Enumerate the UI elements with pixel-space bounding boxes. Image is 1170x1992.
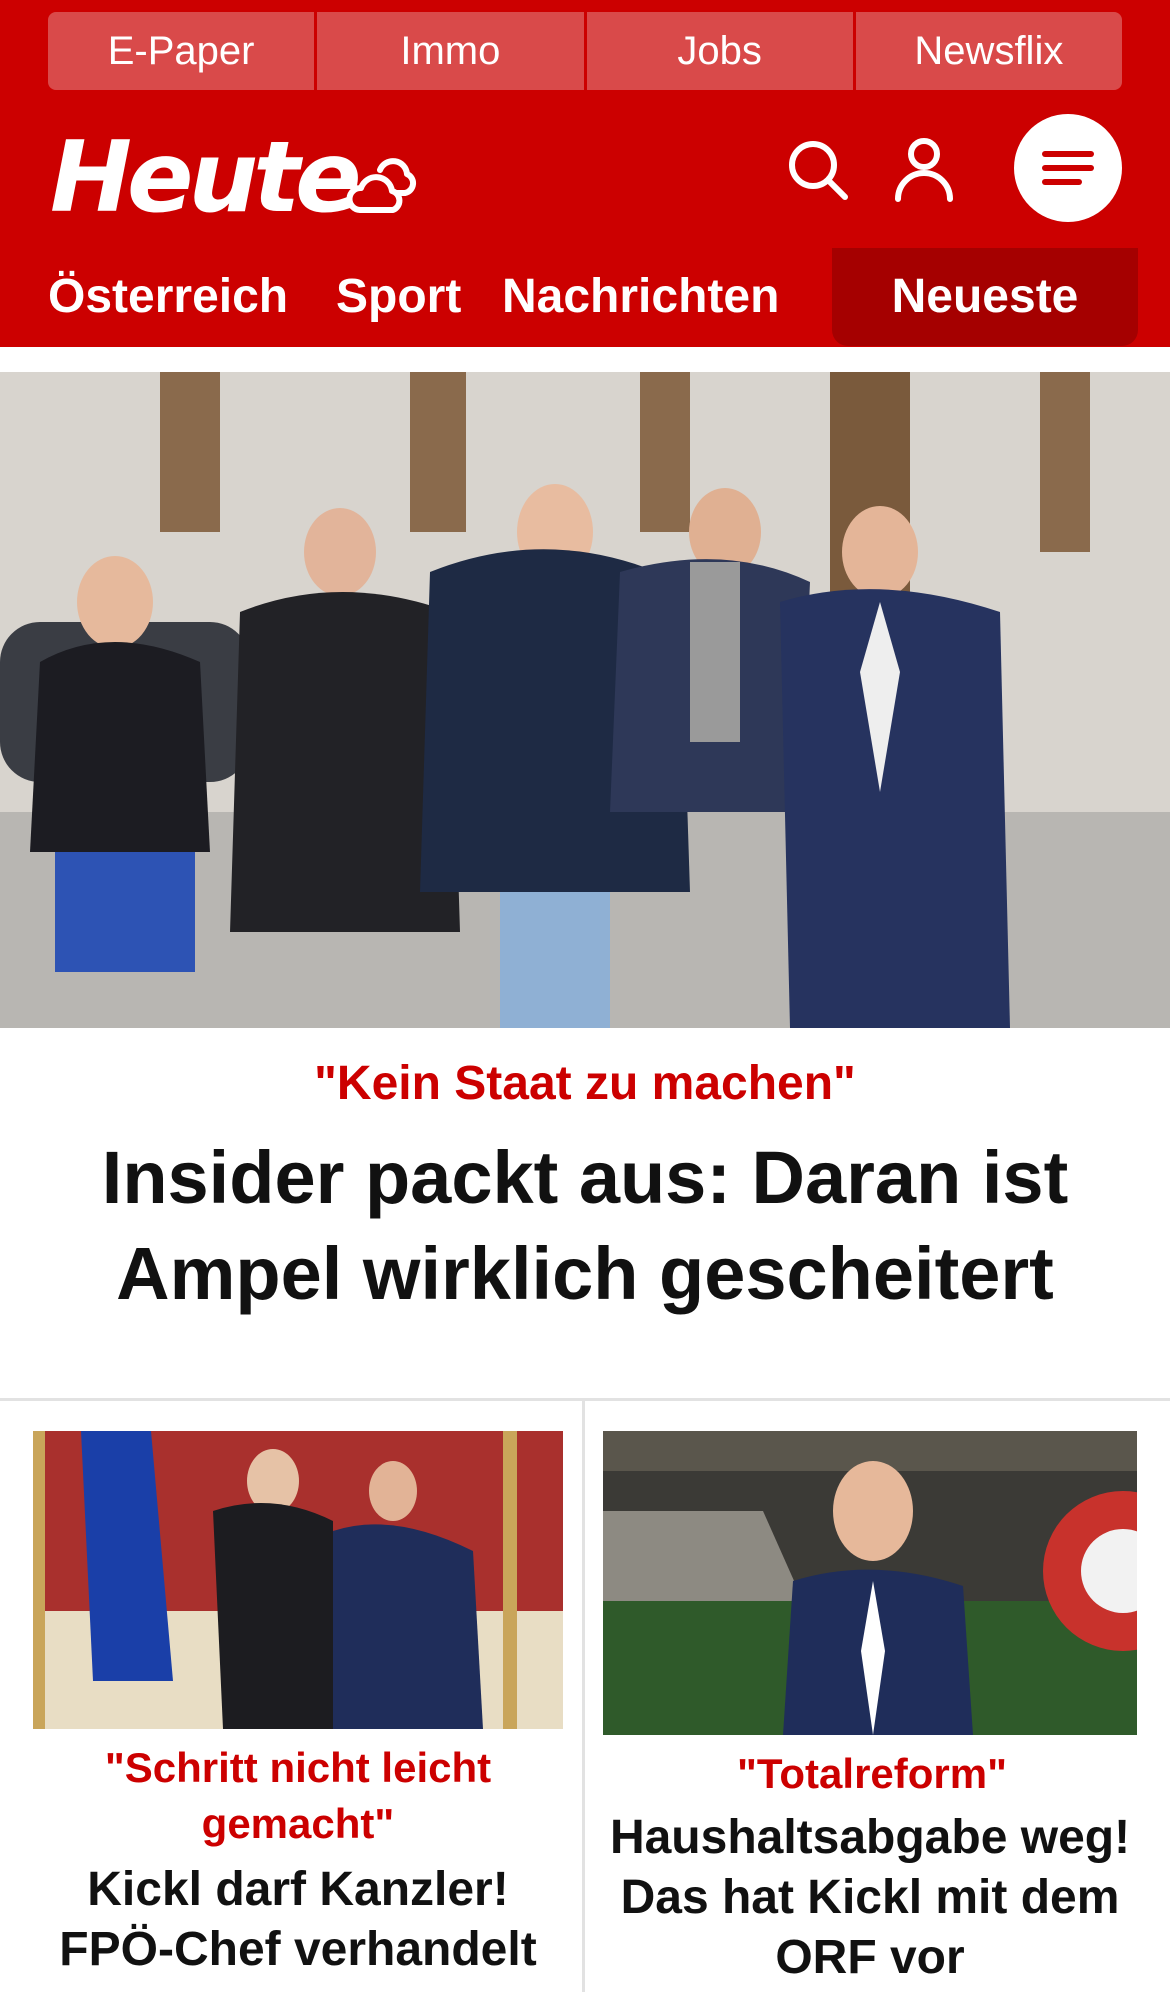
article-image-2[interactable] [603,1431,1137,1735]
secnav-nachrichten[interactable]: Nachrichten [502,246,779,347]
hero-kicker[interactable]: "Kein Staat zu machen" [40,1056,1130,1112]
user-icon[interactable] [894,136,954,202]
search-icon[interactable] [786,138,850,202]
topnav-jobs[interactable]: Jobs [586,12,853,90]
article-kicker-2[interactable]: "Totalreform" [612,1746,1132,1802]
menu-button[interactable] [1014,114,1122,222]
article-headline-1[interactable]: Kickl darf Kanzler! FPÖ-Chef verhandelt [40,1860,556,1980]
secnav-sport[interactable]: Sport [336,246,461,347]
site-header: E-Paper Immo Jobs Newsflix Heute Österre… [0,0,1170,347]
article-image-1[interactable] [33,1431,563,1729]
section-divider [0,1398,1170,1401]
menu-icon [1042,151,1094,185]
article-headline-2[interactable]: Haushaltsabgabe weg! Das hat Kickl mit d… [606,1808,1134,1988]
hero-headline[interactable]: Insider packt aus: Daran ist Ampel wirkl… [40,1130,1130,1322]
topnav-newsflix[interactable]: Newsflix [855,12,1122,90]
site-logo[interactable]: Heute [50,118,362,238]
top-service-nav: E-Paper Immo Jobs Newsflix [48,12,1122,90]
article-kicker-1[interactable]: "Schritt nicht leicht gemacht" [48,1740,548,1852]
column-divider [582,1400,585,1992]
topnav-epaper[interactable]: E-Paper [48,12,315,90]
secnav-neueste-tab[interactable]: Neueste [832,248,1138,346]
topnav-immo[interactable]: Immo [317,12,584,90]
secnav-oesterreich[interactable]: Österreich [48,246,288,347]
hero-image[interactable] [0,372,1170,1028]
weather-icon[interactable] [346,148,420,218]
